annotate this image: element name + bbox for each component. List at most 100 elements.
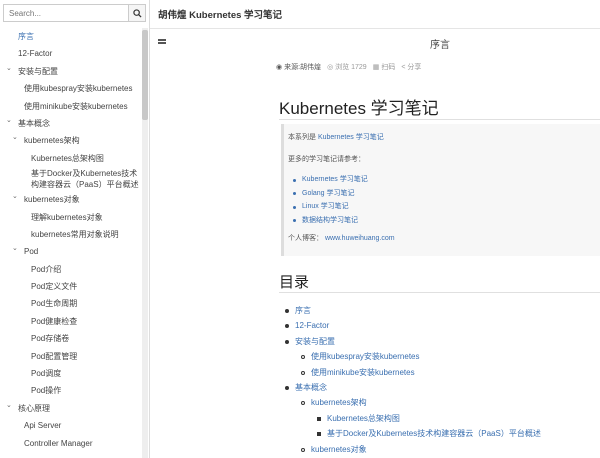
sidebar-item[interactable]: 理解kubernetes对象 [0,209,142,226]
toc-item[interactable]: 基本概念 [279,380,599,395]
search-button[interactable] [128,4,146,22]
sidebar-item-label: kubernetes对象 [24,195,80,205]
chevron-down-icon[interactable]: ⌄ [6,112,12,129]
sidebar-item[interactable]: 序言 [0,28,142,45]
sidebar-item-label: Pod存储卷 [31,334,70,344]
sidebar-item[interactable]: Pod操作 [0,382,142,399]
toc-item[interactable]: 12-Factor [279,318,599,333]
sidebar-item[interactable]: Pod健康检查 [0,313,142,330]
article-heading: Kubernetes 学习笔记 [279,99,439,118]
scrollbar-thumb[interactable] [142,30,148,120]
toc-item[interactable]: 基于Docker及Kubernetes技术构建容器云（PaaS）平台概述 [279,426,599,441]
sidebar-item[interactable]: Pod介绍 [0,261,142,278]
intro-line: 本系列是 Kubernetes 学习笔记 [288,132,600,143]
sidebar-item-label: Pod配置管理 [31,351,78,361]
sidebar-item[interactable]: 基于Docker及Kubernetes技术构建容器云（PaaS）平台概述 [0,167,142,191]
sidebar-item[interactable]: ⌄ 基本概念 [0,115,142,132]
bullet-icon [301,370,305,375]
notes-link-linux[interactable]: Linux 学习笔记 [302,203,349,210]
sidebar-item[interactable]: 使用kubespray安装kubernetes [0,80,142,97]
sidebar-item-label: Pod健康检查 [31,316,78,326]
sidebar-item-label: Pod定义文件 [31,282,78,292]
sidebar-scrollbar[interactable] [142,28,148,458]
sidebar-item-label: 使用kubespray安装kubernetes [24,84,133,94]
sidebar-item[interactable]: Pod配置管理 [0,348,142,365]
more-notes-line: 更多的学习笔记请参考： [288,156,365,163]
sidebar-item[interactable]: Pod生命周期 [0,295,142,312]
qrcode-icon: ▦ [372,64,380,71]
toc-divider [279,292,600,293]
chevron-down-icon[interactable]: ⌄ [6,397,12,414]
sidebar-item[interactable]: Pod存储卷 [0,330,142,347]
sidebar-item[interactable]: Kubernetes总架构图 [0,150,142,167]
sidebar-item[interactable]: ⌄ kubernetes架构 [0,132,142,149]
sidebar-item-label: Pod介绍 [31,264,62,274]
meta-source[interactable]: ◉ 来源:胡伟煌 [276,62,321,72]
toc-item-label: 安装与配置 [295,336,335,346]
list-item: 数据结构学习笔记 [288,214,600,228]
toc-item[interactable]: kubernetes架构 [279,395,599,410]
sidebar-item[interactable]: ⌄ 核心原理 [0,400,142,417]
intro-blockquote: 本系列是 Kubernetes 学习笔记 更多的学习笔记请参考： Kuberne… [281,124,600,256]
bullet-icon [285,339,289,344]
sidebar-nav: 序言 12-Factor ⌄ 安装与配置使用kubespray安装kubernetes… [0,28,142,452]
sidebar-item-label: Pod生命周期 [31,299,78,309]
toc-item-label: kubernetes对象 [311,444,367,454]
toc-item-label: 序言 [295,306,311,315]
sidebar-item[interactable]: ⌄ kubernetes对象 [0,191,142,208]
chevron-down-icon[interactable]: ⌄ [12,240,18,257]
chevron-down-icon[interactable]: ⌄ [12,129,18,146]
sidebar-item[interactable]: kubernetes常用对象说明 [0,226,142,243]
sidebar-item[interactable]: 12-Factor [0,45,142,62]
intro-link[interactable]: Kubernetes 学习笔记 [318,134,384,141]
search-input[interactable] [3,4,128,22]
share-label: 分享 [407,64,422,71]
sidebar-item[interactable]: Pod调度 [0,365,142,382]
toc-item[interactable]: 使用kubespray安装kubernetes [279,349,599,364]
meta-share[interactable]: < 分享 [401,62,421,72]
search-icon [132,8,142,18]
intro-prefix: 本系列是 [288,134,316,141]
toc-item[interactable]: 安装与配置 [279,334,599,349]
book-title[interactable]: 胡伟煌 Kubernetes 学习笔记 [158,7,282,21]
bullet-icon [301,447,305,452]
toc-item[interactable]: kubernetes对象 [279,442,599,457]
bullet-icon [285,309,289,313]
sidebar-item[interactable]: Controller Manager [0,435,142,452]
views-label: 浏览 1729 [335,64,367,71]
list-item: Kubernetes 学习笔记 [288,173,600,187]
table-of-contents: 序言 12-Factor 安装与配置使用kubespray安装kubernetes 使… [279,303,599,457]
menu-icon[interactable] [158,39,166,45]
toc-item[interactable]: 序言 [279,303,599,318]
toc-item[interactable]: Kubernetes总架构图 [279,411,599,426]
sidebar-item[interactable]: ⌄ 安装与配置 [0,63,142,80]
source-label: 来源:胡伟煌 [284,64,322,71]
sidebar-item[interactable]: ⌄ Pod [0,243,142,260]
notes-link-golang[interactable]: Golang 学习笔记 [302,190,355,197]
chevron-down-icon[interactable]: ⌄ [12,188,18,205]
notes-link-kubernetes[interactable]: Kubernetes 学习笔记 [302,176,368,183]
sidebar-item-label: 使用minikube安装kubernetes [24,101,128,111]
print-label: 扫码 [381,64,396,71]
sidebar-item[interactable]: 使用minikube安装kubernetes [0,98,142,115]
list-item: Golang 学习笔记 [288,187,600,201]
bullet-icon [285,385,289,390]
chevron-down-icon[interactable]: ⌄ [6,60,12,77]
sidebar-item-label: 理解kubernetes对象 [31,212,103,222]
toc-item[interactable]: 使用minikube安装kubernetes [279,365,599,380]
meta-views: ◎ 浏览 1729 [327,62,367,72]
notes-link-datastructure[interactable]: 数据结构学习笔记 [302,217,358,224]
article-meta: ◉ 来源:胡伟煌 ◎ 浏览 1729 ▦ 扫码 < 分享 [276,62,421,72]
sidebar-item-label: kubernetes常用对象说明 [31,229,119,239]
sidebar-item[interactable]: Api Server [0,417,142,434]
sidebar-item-label: Controller Manager [24,438,93,448]
blog-prefix: 个人博客： [288,235,323,242]
meta-print[interactable]: ▦ 扫码 [373,62,396,72]
main-content: 胡伟煌 Kubernetes 学习笔记 序言 ◉ 来源:胡伟煌 ◎ 浏览 1729 … [150,0,600,458]
page-title: 序言 [430,40,450,51]
notes-link-list: Kubernetes 学习笔记 Golang 学习笔记 Linux 学习笔记 数… [288,173,600,227]
heading-divider [279,119,600,120]
blog-link[interactable]: www.huweihuang.com [325,235,395,242]
sidebar-item-label: Kubernetes总架构图 [31,153,104,163]
sidebar-item[interactable]: Pod定义文件 [0,278,142,295]
